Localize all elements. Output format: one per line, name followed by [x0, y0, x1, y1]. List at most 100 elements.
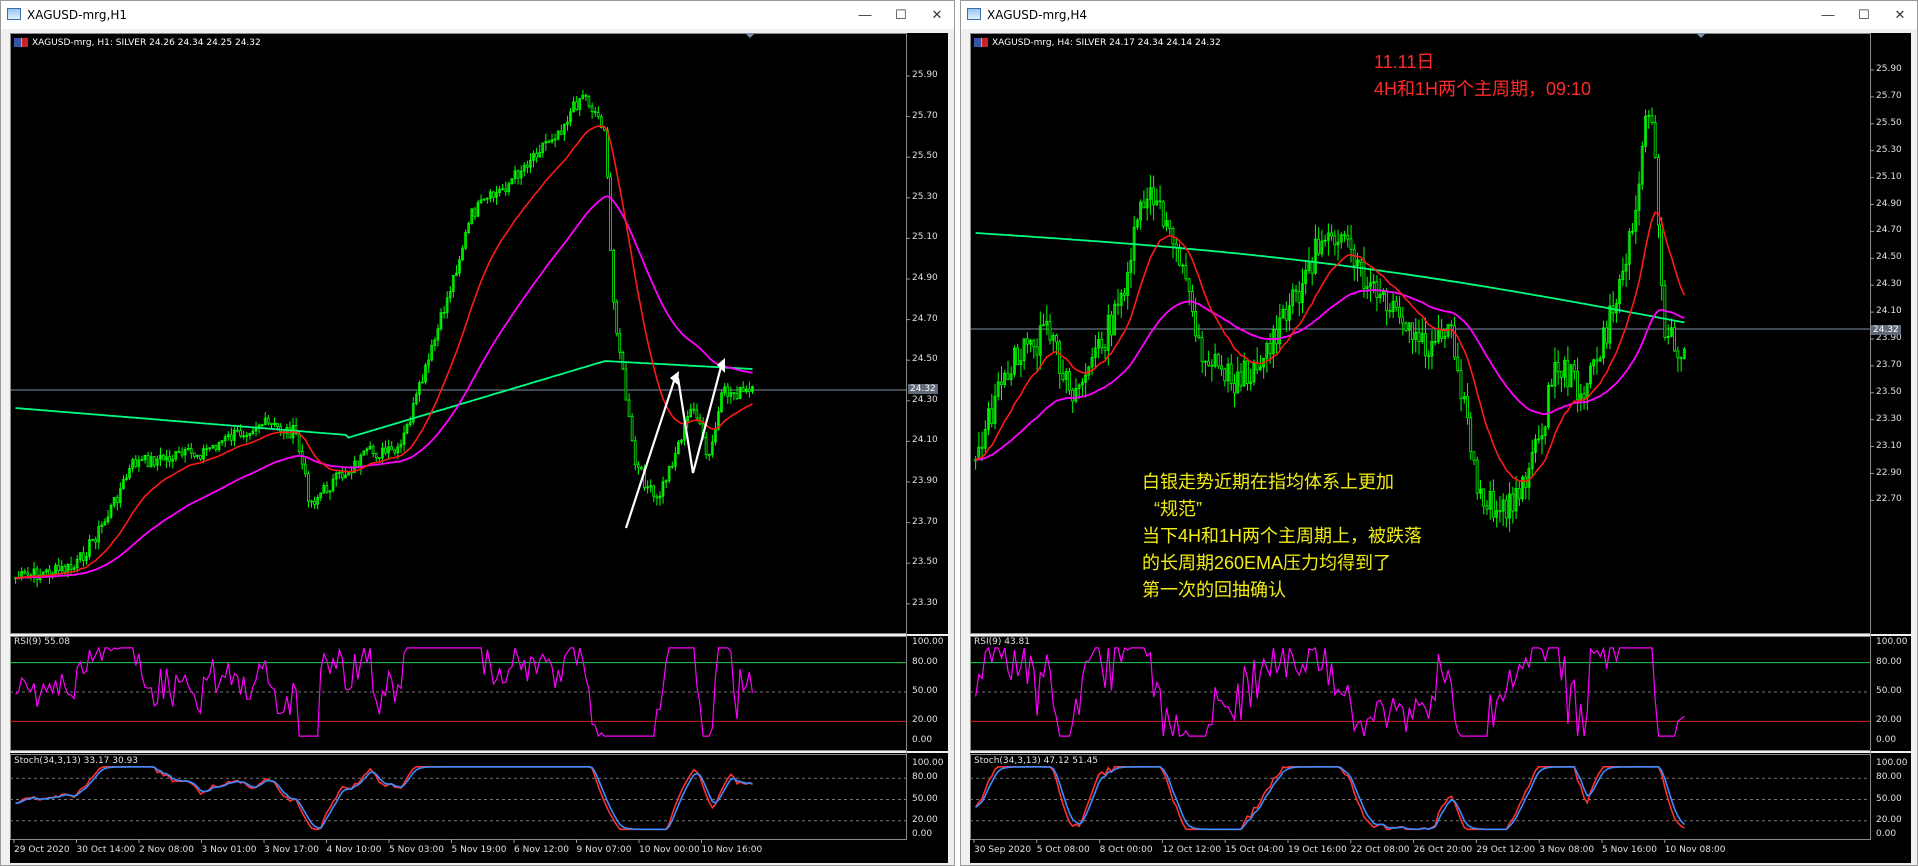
candle-body [57, 564, 60, 572]
chart-window-h1[interactable]: XAGUSD-mrg,H1 — ☐ ✕ XAGUSD-mrg, H1: SILV… [0, 0, 955, 866]
price-tick-label: 23.90 [912, 476, 938, 486]
chart-area[interactable]: XAGUSD-mrg, H4: SILVER 24.17 24.34 24.14… [970, 33, 1911, 863]
minimize-button[interactable]: — [853, 5, 877, 25]
time-tick-label: 22 Oct 08:00 [1350, 845, 1410, 855]
price-tick-label: 25.10 [1876, 171, 1902, 182]
time-tick-label: 3 Nov 08:00 [1539, 845, 1595, 855]
candle-body [1556, 362, 1560, 372]
candle-body [303, 463, 307, 475]
window-title-bar[interactable]: XAGUSD-mrg,H4 — ☐ ✕ [961, 1, 1917, 29]
candle-body [384, 447, 387, 454]
candle-body [297, 433, 301, 452]
ema-mid-line [15, 195, 753, 579]
candle-body [609, 176, 612, 251]
candle-body [655, 495, 659, 499]
candle-body [1239, 371, 1243, 387]
time-tick-label: 30 Oct 14:00 [76, 845, 136, 855]
candle-body [1177, 247, 1181, 266]
close-button[interactable]: ✕ [925, 5, 949, 25]
stoch-tick-label: 100.00 [1876, 758, 1908, 768]
candle-body [1025, 338, 1029, 345]
candle-body [1061, 373, 1065, 380]
window-title-bar[interactable]: XAGUSD-mrg,H1 — ☐ ✕ [1, 1, 954, 29]
stoch-tick-label: 100.00 [912, 758, 944, 768]
candle-body [374, 453, 378, 459]
candle-body [1067, 371, 1071, 391]
candle-body [1650, 115, 1654, 123]
candle-body [63, 566, 67, 573]
candle-body [310, 500, 313, 503]
candle-body [1576, 370, 1579, 400]
rsi-tick-label: 0.00 [912, 735, 933, 745]
time-tick-label: 4 Nov 10:00 [326, 845, 382, 855]
candle-body [1595, 359, 1599, 362]
candle-body [1472, 451, 1476, 461]
candle-body [1404, 322, 1408, 331]
candle-body [990, 408, 994, 424]
time-tick-label: 3 Nov 17:00 [264, 845, 319, 855]
annotation-red-line: 11.11日 [1374, 52, 1435, 72]
price-tick-label: 24.70 [912, 313, 938, 324]
price-tick-label: 25.30 [912, 191, 938, 202]
candle-body [1572, 364, 1576, 372]
price-chart-canvas[interactable] [970, 33, 1911, 863]
maximize-button[interactable]: ☐ [889, 5, 913, 25]
candle-body [1466, 396, 1469, 419]
panel-separator [970, 751, 1911, 753]
stoch-tick-label: 0.00 [1876, 829, 1897, 839]
candle-body [192, 452, 196, 457]
candle-body [1459, 370, 1463, 400]
price-tick-label: 24.10 [912, 435, 938, 446]
stoch-tick-label: 50.00 [1876, 793, 1902, 804]
maximize-button[interactable]: ☐ [1852, 5, 1876, 25]
time-tick-label: 10 Nov 08:00 [1664, 845, 1726, 855]
candle-body [747, 388, 751, 392]
chart-window-h4[interactable]: XAGUSD-mrg,H4 — ☐ ✕ XAGUSD-mrg, H4: SILV… [960, 0, 1918, 866]
time-tick-label: 10 Nov 16:00 [701, 845, 763, 855]
candle-body [1330, 232, 1333, 237]
candle-body [559, 130, 563, 135]
candle-body [630, 416, 634, 442]
chart-area[interactable]: XAGUSD-mrg, H1: SILVER 24.26 24.34 24.25… [10, 33, 948, 863]
candle-body [547, 141, 551, 143]
candle-body [504, 188, 508, 192]
candle-body [1048, 320, 1052, 341]
candle-body [1184, 265, 1188, 280]
candle-body [69, 563, 73, 570]
candle-body [1673, 327, 1676, 352]
time-tick-label: 30 Sep 2020 [974, 845, 1032, 855]
current-price-marker: 24.32 [908, 384, 938, 394]
close-button[interactable]: ✕ [1888, 5, 1912, 25]
price-tick-label: 23.30 [912, 597, 938, 608]
candle-body [180, 451, 184, 456]
candle-body [81, 552, 85, 561]
price-tick-label: 23.70 [1876, 359, 1902, 370]
minimize-button[interactable]: — [1816, 5, 1840, 25]
candle-body [1103, 347, 1107, 351]
candle-body [1032, 339, 1036, 348]
candle-body [636, 464, 640, 468]
price-tick-label: 25.70 [1876, 90, 1902, 101]
candle-body [492, 191, 495, 198]
time-tick-label: 5 Nov 19:00 [451, 845, 507, 855]
candle-body [593, 111, 597, 113]
time-tick-label: 15 Oct 04:00 [1225, 845, 1284, 855]
candle-body [1016, 347, 1020, 365]
price-tick-label: 22.90 [1876, 467, 1902, 478]
time-tick-label: 6 Nov 12:00 [514, 845, 569, 855]
price-tick-label: 24.90 [1876, 198, 1902, 209]
candle-body [229, 434, 233, 441]
price-chart-canvas[interactable] [10, 33, 948, 863]
annotation-yellow-line: 当下4H和1H两个主周期上，被跌落 [1142, 526, 1423, 546]
rsi-label: RSI(9) 55.08 [14, 637, 70, 647]
candle-body [1071, 389, 1075, 402]
annotation-yellow-line: 白银走势近期在指均体系上更加 [1142, 472, 1394, 492]
candle-body [652, 485, 656, 497]
candle-body [1229, 363, 1233, 384]
rsi-tick-label: 20.00 [912, 715, 938, 726]
rsi-tick-label: 50.00 [1876, 686, 1902, 696]
candle-body [735, 393, 739, 400]
rsi-panel-border [10, 636, 907, 751]
main-panel-border [10, 33, 907, 634]
candle-body [307, 473, 310, 502]
